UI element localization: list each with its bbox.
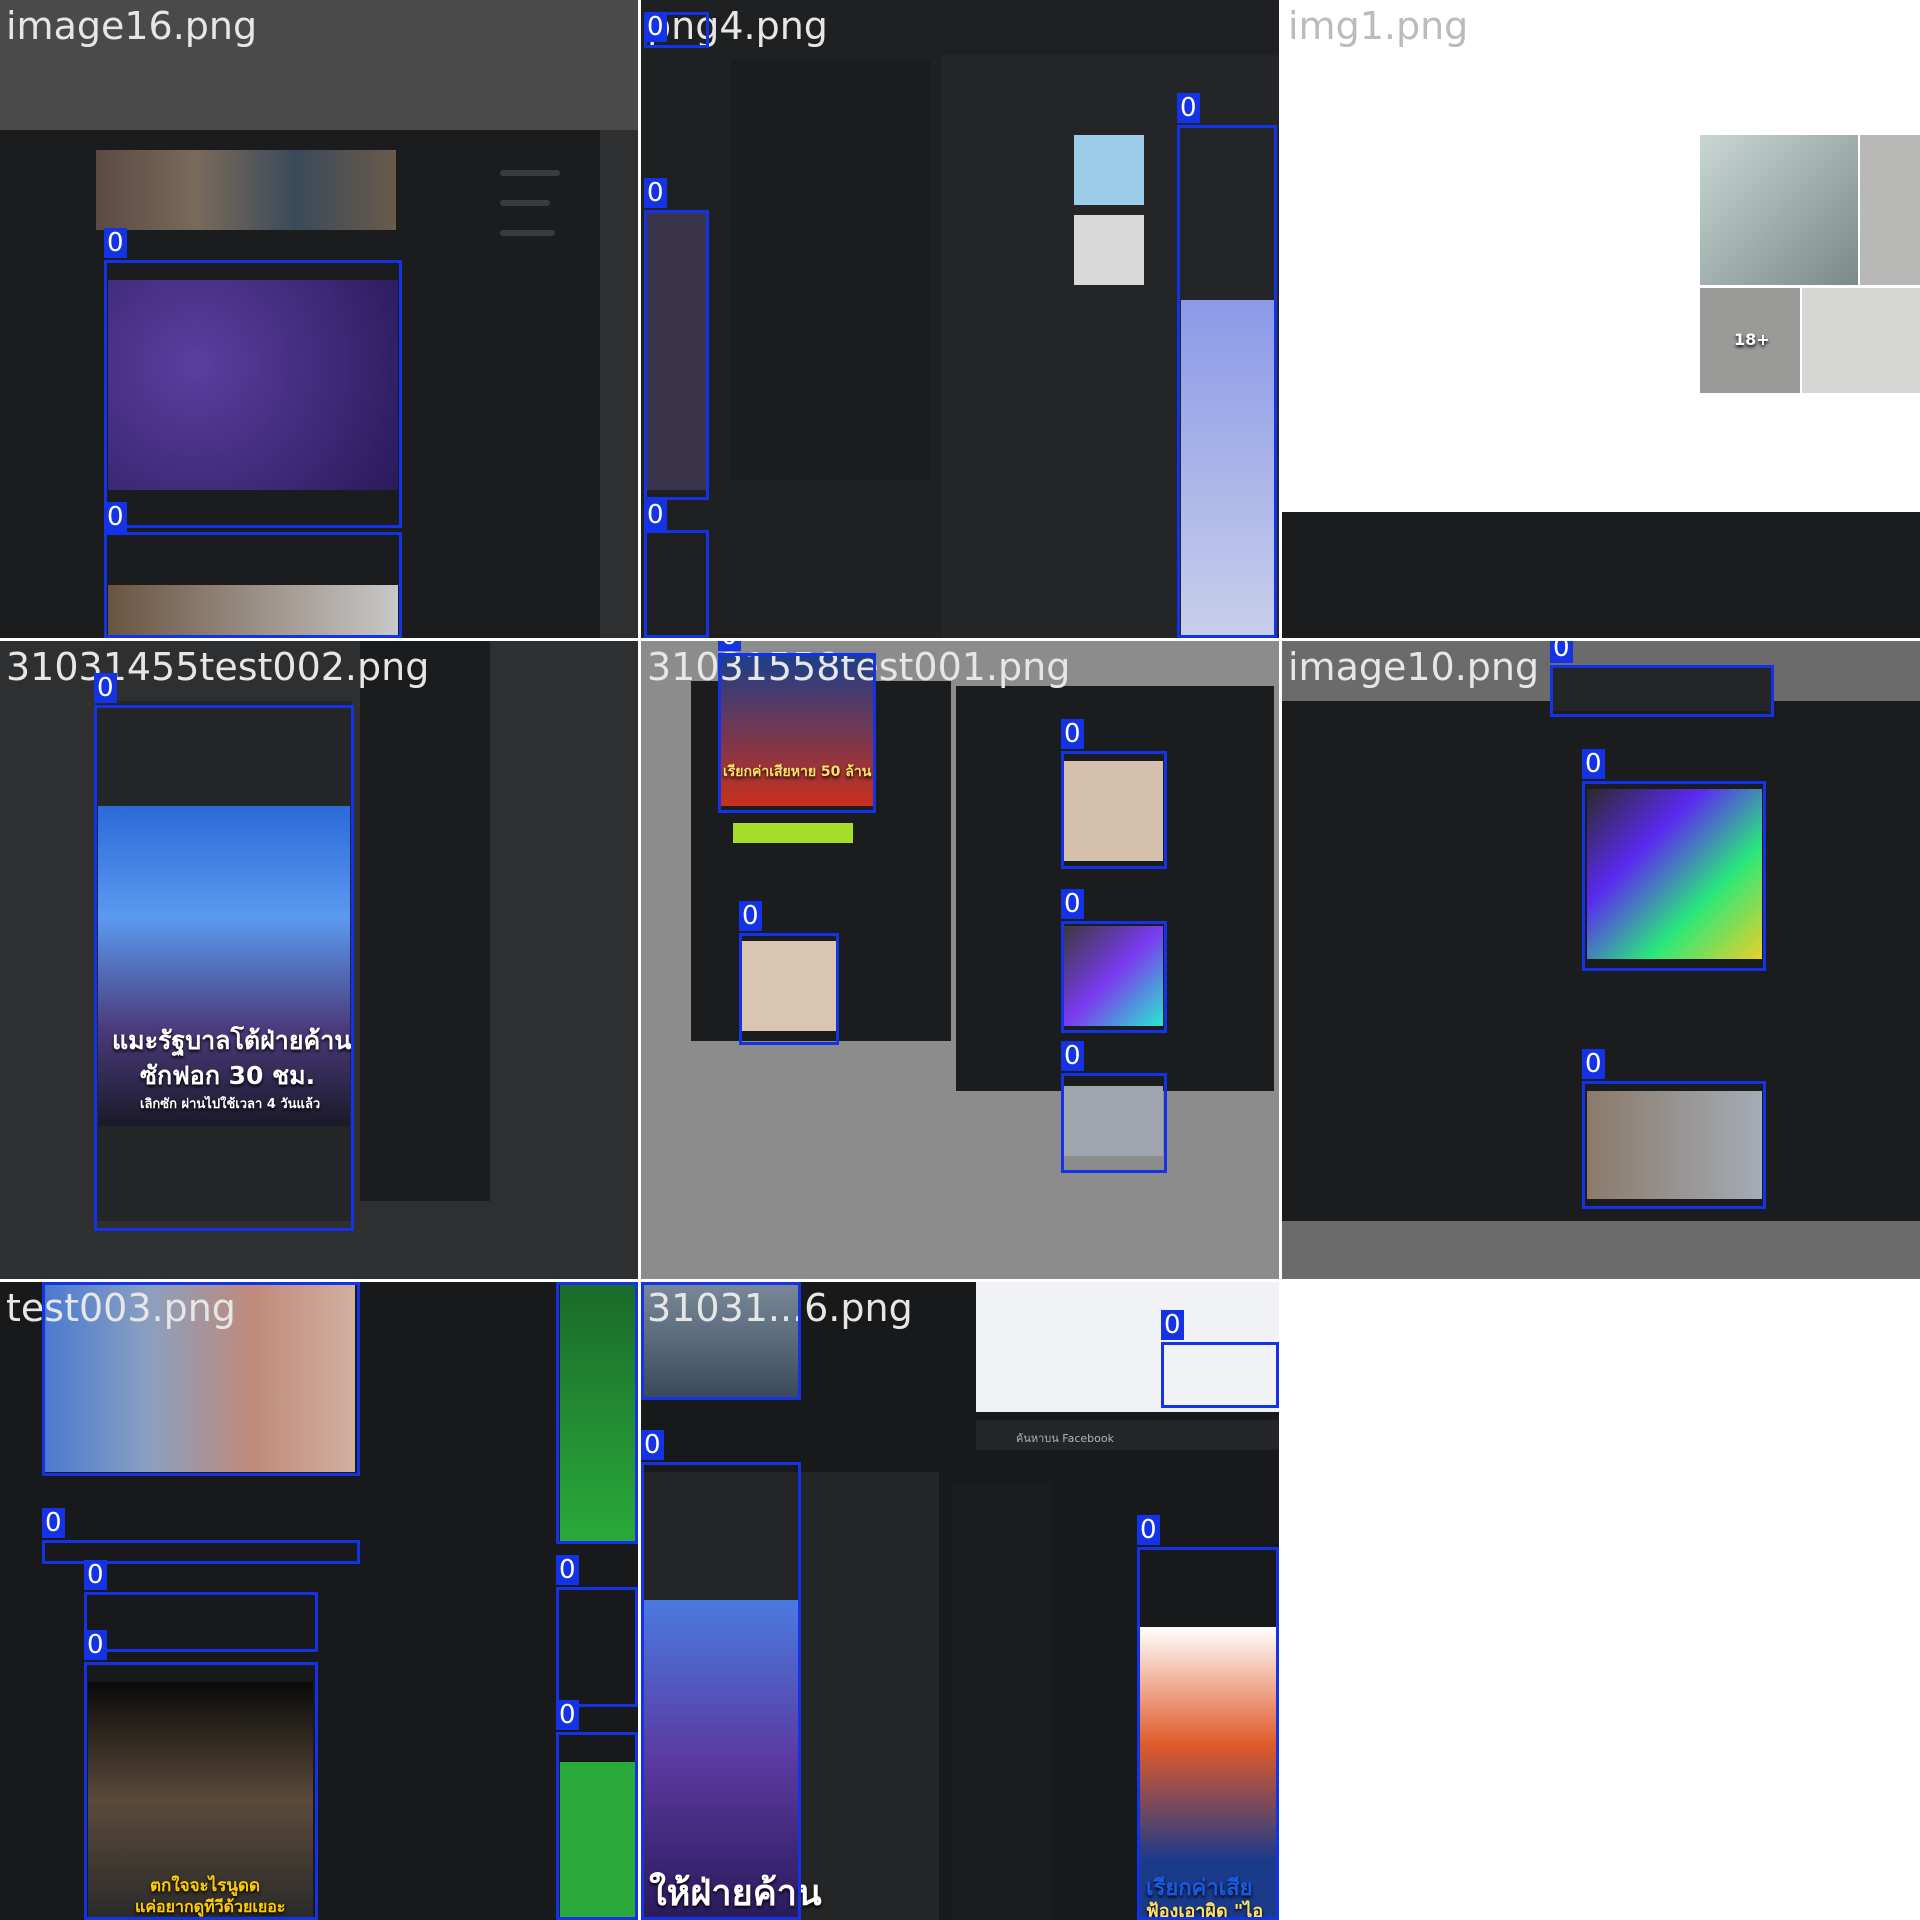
- sidebar: [360, 641, 490, 1201]
- detection-tag: 0: [1550, 641, 1573, 663]
- tile-img1: 18+ img1.png: [1282, 0, 1920, 638]
- detection-box: [1061, 1073, 1167, 1173]
- detection-tag: 0: [1582, 749, 1605, 779]
- detection-box: [104, 260, 402, 528]
- ad-thumb: [1074, 215, 1144, 285]
- detection-box: [644, 210, 709, 500]
- tile-label: image10.png: [1288, 645, 1540, 689]
- detection-box: [641, 1462, 801, 1920]
- detection-box: [644, 530, 709, 638]
- detection-tag: 0: [1137, 1515, 1160, 1545]
- detection-tag: 0: [644, 500, 667, 530]
- tile-label: 31031455test002.png: [6, 645, 430, 689]
- detection-tag: 0: [1161, 1310, 1184, 1340]
- detection-tag: 0: [42, 1508, 65, 1538]
- tile-png4: png4.png 0 0 0 0: [641, 0, 1279, 638]
- detection-box: [1061, 751, 1167, 869]
- detection-box: [84, 1592, 318, 1652]
- detection-tag: 0: [1061, 719, 1084, 749]
- empty-grid-cell: [1282, 1282, 1920, 1920]
- detection-tag: 0: [84, 1630, 107, 1660]
- detection-tag: 0: [84, 1560, 107, 1590]
- detection-box: [556, 1732, 638, 1920]
- detection-tag: 0: [556, 1555, 579, 1585]
- detection-tag: 0: [104, 502, 127, 532]
- detection-box: [104, 532, 402, 638]
- detection-box: [1137, 1547, 1279, 1920]
- detection-box: [1177, 125, 1277, 638]
- detection-tag: 0: [644, 12, 667, 42]
- detection-box: [556, 1587, 638, 1707]
- detection-box: [556, 1282, 638, 1544]
- room-photo: [1860, 135, 1920, 285]
- tile-label: img1.png: [1288, 4, 1469, 48]
- detection-tag: 0: [1177, 93, 1200, 123]
- detection-tag: 0: [94, 673, 117, 703]
- fb-menu-panel: [731, 60, 931, 480]
- story-thumbnails: [96, 150, 396, 230]
- detection-box: [94, 705, 354, 1231]
- detection-tag: 0: [718, 641, 741, 651]
- detection-box: [641, 1282, 801, 1400]
- ad-thumb: [1074, 135, 1144, 205]
- detection-box: [1550, 665, 1774, 717]
- tile-test003: ตกใจจะไรนูดด แค่อยากดูทีวีด้วยเยอะ test0…: [0, 1282, 638, 1920]
- tile-label: image16.png: [6, 4, 258, 48]
- detection-tag: 0: [104, 228, 127, 258]
- detection-box: [1161, 1342, 1279, 1408]
- detection-box: [1582, 1081, 1766, 1209]
- tile-image16: image16.png 0 0: [0, 0, 638, 638]
- detection-box: [718, 653, 876, 813]
- more-photos-count: 18+: [1734, 330, 1770, 349]
- detection-tag: 0: [1582, 1049, 1605, 1079]
- tile-test001: เรียกค่าเสียหาย 50 ล้าน 31031558test001.…: [641, 641, 1279, 1279]
- green-banner: [733, 823, 853, 843]
- detection-tag: 0: [1061, 889, 1084, 919]
- dark-strip: [1282, 512, 1920, 638]
- detection-tag: 0: [556, 1700, 579, 1730]
- detection-box: [1582, 781, 1766, 971]
- tile-image10: image10.png 0 0 0: [1282, 641, 1920, 1279]
- sidebar-item: [500, 170, 560, 176]
- detection-tag: 0: [1061, 1041, 1084, 1071]
- detection-box: [1061, 921, 1167, 1033]
- thumb-photo: [951, 1482, 1051, 1920]
- cat-photo: [1700, 135, 1858, 285]
- room-photo: [1802, 288, 1920, 393]
- detection-tag: 0: [739, 901, 762, 931]
- detection-tag: 0: [641, 1430, 664, 1460]
- detection-box: [42, 1282, 360, 1476]
- tile-test002: แมะรัฐบาลโต้ฝ่ายค้าน ซักฟอก 30 ชม. เลิกซ…: [0, 641, 638, 1279]
- detection-box: [739, 933, 839, 1045]
- tile-t8: ค้นหาบน Facebook ให้ฝ่ายค้าน เรียกค่าเสี…: [641, 1282, 1279, 1920]
- sidebar-item: [500, 230, 555, 236]
- detection-tag: 0: [644, 178, 667, 208]
- search-placeholder[interactable]: ค้นหาบน Facebook: [1016, 1429, 1114, 1447]
- detection-box: [84, 1662, 318, 1920]
- sidebar-item: [500, 200, 550, 206]
